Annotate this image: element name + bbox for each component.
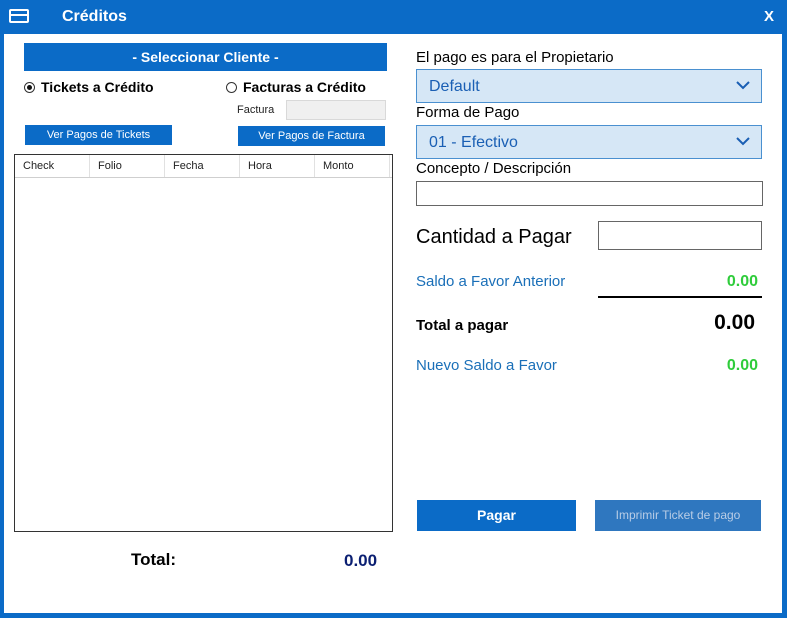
grid-column-header[interactable]: Monto [315, 155, 390, 177]
grid-header: Check Folio Fecha Hora Monto [15, 155, 392, 178]
grid-column-header[interactable]: Fecha [165, 155, 240, 177]
window-title: Créditos [62, 8, 127, 25]
cantidad-label: Cantidad a Pagar [416, 226, 572, 248]
pagar-button[interactable]: Pagar [417, 500, 576, 531]
ver-pagos-tickets-button[interactable]: Ver Pagos de Tickets [25, 125, 172, 145]
tickets-grid[interactable]: Check Folio Fecha Hora Monto [14, 154, 393, 532]
forma-pago-dropdown[interactable]: 01 - Efectivo [416, 125, 762, 159]
grid-column-header[interactable]: Hora [240, 155, 315, 177]
saldo-anterior-value: 0.00 [726, 273, 758, 290]
propietario-label: El pago es para el Propietario [416, 49, 614, 66]
total-pagar-value: 0.00 [714, 311, 755, 334]
saldo-anterior-label: Saldo a Favor Anterior [416, 273, 566, 290]
forma-pago-label: Forma de Pago [416, 104, 520, 121]
window-card-icon [9, 9, 29, 23]
radio-tickets-credito[interactable]: Tickets a Crédito [24, 79, 154, 95]
nuevo-saldo-label: Nuevo Saldo a Favor [416, 357, 557, 374]
title-bar: Créditos X [0, 0, 787, 34]
imprimir-ticket-button[interactable]: Imprimir Ticket de pago [595, 500, 761, 531]
total-pagar-label: Total a pagar [416, 317, 509, 334]
radio-circle-icon [24, 81, 35, 93]
chevron-down-icon [736, 137, 750, 146]
total-label: Total: [131, 550, 177, 569]
radio-facturas-credito[interactable]: Facturas a Crédito [226, 79, 366, 95]
ver-pagos-factura-button[interactable]: Ver Pagos de Factura [238, 126, 385, 146]
forma-pago-value: 01 - Efectivo [429, 134, 518, 151]
concepto-label: Concepto / Descripción [416, 160, 572, 177]
total-value: 0.00 [344, 551, 378, 570]
creditos-window: Créditos X - Seleccionar Cliente - Ticke… [0, 0, 787, 618]
propietario-dropdown[interactable]: Default [416, 69, 762, 103]
radio-facturas-label: Facturas a Crédito [243, 79, 366, 95]
grid-column-header[interactable]: Folio [90, 155, 165, 177]
cantidad-input[interactable] [598, 221, 762, 250]
propietario-value: Default [429, 78, 480, 95]
factura-input[interactable] [286, 100, 386, 120]
select-client-button[interactable]: - Seleccionar Cliente - [24, 43, 387, 71]
close-button[interactable]: X [760, 8, 778, 26]
nuevo-saldo-value: 0.00 [726, 357, 758, 374]
grid-column-header[interactable]: Check [15, 155, 90, 177]
radio-tickets-label: Tickets a Crédito [41, 79, 154, 95]
sum-divider [598, 296, 762, 298]
radio-circle-icon [226, 81, 237, 93]
chevron-down-icon [736, 81, 750, 90]
concepto-input[interactable] [416, 181, 763, 206]
client-area: - Seleccionar Cliente - Tickets a Crédit… [4, 34, 782, 613]
factura-label: Factura [237, 104, 275, 116]
